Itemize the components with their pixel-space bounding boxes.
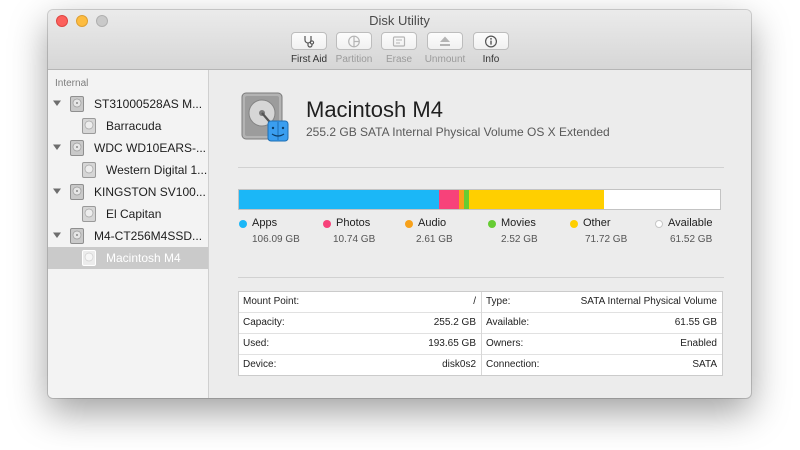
info-value: 61.55 GB: [674, 317, 717, 328]
legend-label: Other: [583, 217, 611, 229]
legend-value: 10.74 GB: [333, 234, 376, 245]
info-button[interactable]: Info: [463, 32, 519, 65]
sidebar-item-st31000528as[interactable]: ST31000528AS M...: [48, 93, 208, 115]
info-row-capacity: Capacity: 255.2 GB: [239, 313, 481, 334]
legend-label: Available: [668, 217, 713, 229]
info-label: Info: [482, 54, 500, 65]
erase-icon: [392, 35, 406, 47]
info-value: SATA: [692, 359, 717, 370]
sidebar-item-m4-ct256m4ssd[interactable]: M4-CT256M4SSD...: [48, 225, 208, 247]
info-key: Connection:: [486, 359, 540, 370]
legend-label: Photos: [336, 217, 371, 229]
info-key: Owners:: [486, 338, 524, 349]
legend-label: Movies: [501, 217, 536, 229]
volume-icon: [82, 118, 96, 134]
info-value: disk0s2: [442, 359, 476, 370]
usage-segment-photos: [438, 190, 460, 209]
sidebar-item-macintosh-m4[interactable]: Macintosh M4: [48, 247, 208, 269]
usage-segment-apps: [239, 190, 439, 209]
disclosure-triangle-icon[interactable]: [53, 187, 61, 195]
legend-value: 61.52 GB: [670, 234, 713, 245]
disclosure-triangle-icon[interactable]: [53, 99, 61, 107]
info-row-available: Available: 61.55 GB: [482, 313, 722, 334]
legend-dot: [488, 220, 496, 228]
info-key: Capacity:: [243, 317, 285, 328]
info-row-owners: Owners: Enabled: [482, 334, 722, 355]
info-value: 193.65 GB: [428, 338, 476, 349]
volume-description: 255.2 GB SATA Internal Physical Volume O…: [306, 125, 610, 139]
legend-dot: [405, 220, 413, 228]
sidebar-item-label: Barracuda: [106, 119, 162, 133]
info-key: Device:: [243, 359, 277, 370]
volume-info-table: Mount Point: / Capacity: 255.2 GB Used: …: [238, 291, 723, 376]
info-row-mount-point: Mount Point: /: [239, 292, 481, 313]
window-title: Disk Utility: [369, 13, 430, 28]
info-row-used: Used: 193.65 GB: [239, 334, 481, 355]
disclosure-triangle-icon[interactable]: [53, 231, 61, 239]
hard-disk-icon: [70, 184, 84, 200]
hard-disk-icon: [70, 96, 84, 112]
legend-label: Apps: [252, 217, 278, 229]
sidebar-section-internal: Internal: [55, 78, 89, 89]
info-key: Type:: [486, 296, 511, 307]
volume-icon: [82, 250, 96, 266]
sidebar-item-label: ST31000528AS M...: [94, 97, 203, 111]
divider: [238, 167, 724, 168]
legend-value: 71.72 GB: [585, 234, 628, 245]
sidebar-item-kingston[interactable]: KINGSTON SV100...: [48, 181, 208, 203]
info-icon: [484, 34, 498, 48]
divider: [238, 277, 724, 278]
partition-icon: [348, 35, 360, 47]
sidebar-item-barracuda[interactable]: Barracuda: [48, 115, 208, 137]
sidebar-item-label: M4-CT256M4SSD...: [94, 229, 203, 243]
titlebar: Disk Utility First Aid Partition Erase U…: [48, 10, 751, 70]
info-row-type: Type: SATA Internal Physical Volume: [482, 292, 722, 313]
sidebar: Internal ST31000528AS M... Barracuda WDC…: [48, 70, 209, 398]
internal-drive-finder-icon: [241, 92, 289, 142]
info-value: 255.2 GB: [433, 317, 476, 328]
hard-disk-icon: [70, 140, 84, 156]
hard-disk-icon: [70, 228, 84, 244]
disk-utility-window: Disk Utility First Aid Partition Erase U…: [48, 10, 751, 398]
sidebar-item-el-capitan[interactable]: El Capitan: [48, 203, 208, 225]
info-value: /: [473, 296, 476, 307]
sidebar-item-label: Macintosh M4: [106, 251, 181, 265]
info-value: Enabled: [680, 338, 717, 349]
sidebar-item-label: El Capitan: [106, 207, 162, 221]
legend-dot: [239, 220, 247, 228]
sidebar-item-western-digital[interactable]: Western Digital 1...: [48, 159, 208, 181]
info-key: Available:: [486, 317, 530, 328]
info-key: Used:: [243, 338, 270, 349]
info-value: SATA Internal Physical Volume: [580, 296, 717, 307]
volume-name: Macintosh M4: [306, 97, 443, 122]
info-row-connection: Connection: SATA: [482, 355, 722, 375]
volume-detail-pane: Macintosh M4 255.2 GB SATA Internal Phys…: [209, 70, 751, 398]
usage-segment-other: [468, 190, 604, 209]
info-row-device: Device: disk0s2: [239, 355, 481, 375]
volume-icon: [82, 206, 96, 222]
unmount-icon: [440, 36, 450, 46]
stethoscope-icon: [304, 35, 315, 48]
usage-segment-available: [604, 190, 720, 209]
storage-usage-bar: [238, 189, 721, 210]
legend-label: Audio: [418, 217, 447, 229]
legend-value: 2.61 GB: [416, 234, 453, 245]
volume-icon: [82, 162, 96, 178]
sidebar-item-label: WDC WD10EARS-...: [94, 141, 207, 155]
legend-dot: [323, 220, 331, 228]
sidebar-item-label: Western Digital 1...: [106, 163, 208, 177]
info-key: Mount Point:: [243, 296, 300, 307]
sidebar-item-wdc-wd10ears[interactable]: WDC WD10EARS-...: [48, 137, 208, 159]
legend-value: 2.52 GB: [501, 234, 538, 245]
disclosure-triangle-icon[interactable]: [53, 143, 61, 151]
legend-dot: [570, 220, 578, 228]
legend-dot: [655, 220, 663, 228]
sidebar-item-label: KINGSTON SV100...: [94, 185, 206, 199]
legend-value: 106.09 GB: [252, 234, 300, 245]
